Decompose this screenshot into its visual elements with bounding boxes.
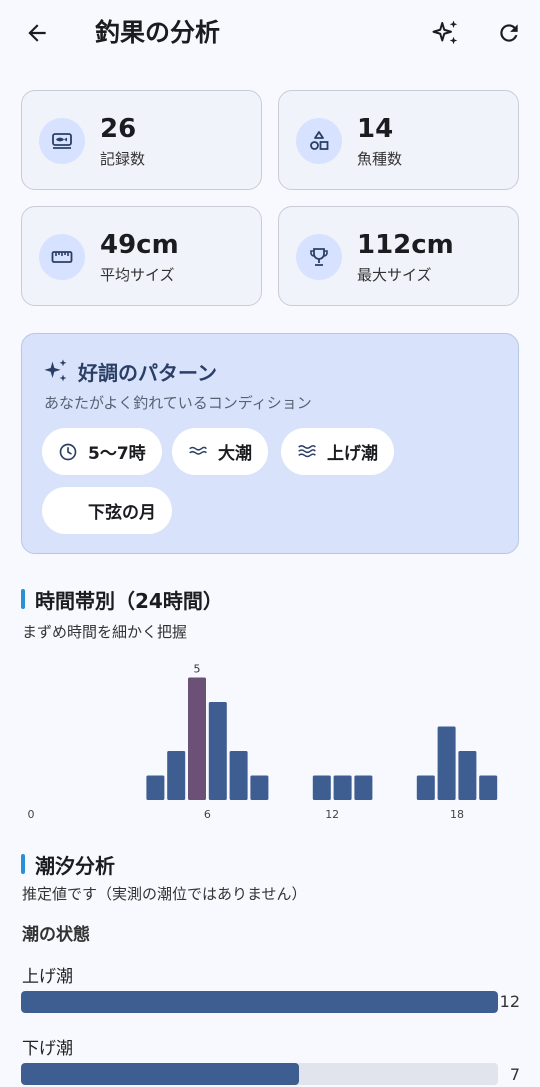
stat-card-records: 26 記録数 [21, 90, 262, 190]
chip-label: 大潮 [218, 444, 252, 464]
stat-label: 平均サイズ [100, 266, 175, 284]
section-title: 潮汐分析 [35, 853, 115, 878]
stat-card-average-size: 49cm 平均サイズ [21, 206, 262, 306]
waves-icon [189, 446, 207, 455]
moon-icon [62, 503, 71, 518]
sparkle-icon [432, 20, 458, 45]
section-title: 時間帯別（24時間） [35, 588, 223, 613]
chip-label: 上げ潮 [327, 444, 378, 464]
trophy-icon [296, 234, 342, 280]
ruler-icon [39, 234, 85, 280]
tide-section-header: 潮汐分析 [21, 850, 115, 878]
chip-moon-phase[interactable]: 下弦の月 [42, 487, 172, 534]
pattern-title: 好調のパターン [78, 360, 217, 385]
tide-row-count: 7 [509, 1065, 520, 1084]
app-bar: 釣果の分析 [0, 0, 540, 68]
chip-label: 下弦の月 [88, 503, 156, 523]
chip-time[interactable]: 5〜7時 [42, 428, 162, 475]
good-pattern-card: 好調のパターン あなたがよく釣れているコンディション 5〜7時 大潮 上げ潮 下… [21, 333, 519, 554]
tide-progress-bar [21, 1063, 498, 1085]
stat-value: 49cm [100, 230, 179, 260]
tide-progress-fill [21, 1063, 300, 1085]
chip-label: 5〜7時 [88, 444, 146, 464]
chart-bar-hour-5[interactable] [188, 677, 206, 801]
accent-bar [21, 854, 25, 874]
tide-progress-fill [21, 991, 498, 1013]
tide-state-heading: 潮の状態 [22, 925, 90, 945]
sparkle-icon [44, 359, 67, 382]
tide-progress-bar [21, 991, 498, 1013]
accent-bar [21, 589, 25, 609]
stat-card-species: 14 魚種数 [278, 90, 519, 190]
chart-data-label: 5 [194, 663, 201, 676]
ai-analysis-button[interactable] [427, 14, 465, 52]
stat-card-max-size: 112cm 最大サイズ [278, 206, 519, 306]
chart-bar-hour-17[interactable] [437, 726, 456, 801]
stat-value: 26 [100, 114, 137, 144]
fish-icon [39, 118, 85, 164]
page-title: 釣果の分析 [95, 18, 221, 47]
pattern-subtitle: あなたがよく釣れているコンディション [44, 394, 312, 412]
hourly-section-header: 時間帯別（24時間） [21, 585, 223, 613]
stat-label: 魚種数 [357, 150, 403, 168]
pattern-title-row: 好調のパターン [42, 356, 217, 386]
category-icon [296, 118, 342, 164]
arrow-back-icon [28, 24, 46, 42]
chart-x-tick-label: 0 [28, 808, 35, 821]
section-subtitle: 推定値です（実測の潮位ではありません） [22, 885, 307, 903]
waves-icon [298, 444, 316, 457]
chart-x-tick-label: 18 [450, 808, 464, 821]
chart-bar-hour-4[interactable] [167, 751, 186, 800]
stat-label: 最大サイズ [357, 266, 432, 284]
chart-bar-hour-19[interactable] [479, 775, 498, 801]
tide-row-label: 下げ潮 [22, 1039, 73, 1059]
chart-bar-hour-7[interactable] [229, 751, 248, 800]
refresh-button[interactable] [490, 14, 528, 52]
chart-bar-hour-3[interactable] [146, 775, 165, 801]
chart-bar-hour-8[interactable] [250, 775, 269, 801]
stat-value: 14 [357, 114, 394, 144]
back-button[interactable] [18, 14, 56, 52]
section-subtitle: まずめ時間を細かく把握 [22, 623, 188, 641]
chart-x-tick-label: 6 [204, 808, 211, 821]
chart-bar-hour-13[interactable] [354, 775, 373, 801]
chart-x-tick-label: 12 [325, 808, 339, 821]
chart-bar-hour-18[interactable] [458, 751, 477, 800]
chart-bar-hour-11[interactable] [312, 775, 331, 801]
chip-spring-tide[interactable]: 大潮 [172, 428, 268, 475]
stat-value: 112cm [357, 230, 454, 260]
tide-row-count: 12 [499, 992, 520, 1011]
tide-row-label: 上げ潮 [22, 967, 73, 987]
chart-bar-hour-6[interactable] [208, 702, 227, 800]
clock-icon [59, 443, 77, 460]
chart-bar-hour-12[interactable] [333, 775, 352, 801]
hourly-bar-chart: 5 0 6 12 18 [28, 663, 498, 821]
chip-rising-tide[interactable]: 上げ潮 [281, 428, 394, 475]
refresh-icon [500, 24, 518, 42]
chart-bar-hour-16[interactable] [416, 775, 435, 801]
stat-label: 記録数 [100, 150, 146, 168]
